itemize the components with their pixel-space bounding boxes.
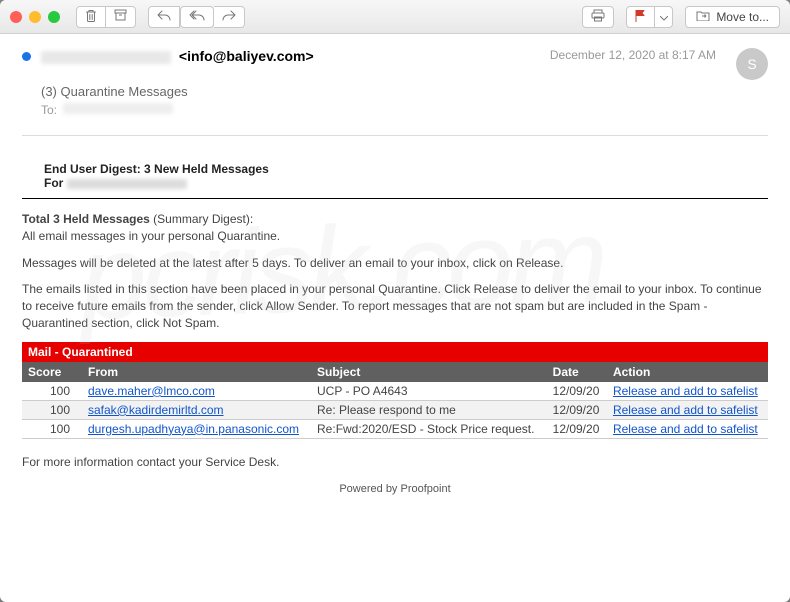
message-body: End User Digest: 3 New Held Messages For… — [22, 135, 768, 495]
to-line: To: — [41, 103, 768, 117]
digest-header-box: End User Digest: 3 New Held Messages For — [22, 154, 768, 199]
window-controls — [10, 11, 60, 23]
col-action: Action — [607, 362, 768, 382]
col-date: Date — [547, 362, 607, 382]
archive-icon — [114, 9, 127, 24]
explanation-text: The emails listed in this section have b… — [22, 281, 768, 331]
cell-subject: Re: Please respond to me — [311, 400, 547, 419]
cell-score: 100 — [22, 419, 82, 438]
forward-icon — [222, 10, 236, 24]
reply-all-icon — [189, 10, 205, 24]
quarantine-table: Mail - Quarantined Score From Subject Da… — [22, 342, 768, 439]
table-row: 100 safak@kadirdemirltd.com Re: Please r… — [22, 400, 768, 419]
message-subject: (3) Quarantine Messages — [41, 84, 768, 99]
to-label: To: — [41, 103, 57, 117]
maximize-window-button[interactable] — [48, 11, 60, 23]
message-content: <info@baliyev.com> December 12, 2020 at … — [0, 34, 790, 602]
table-row: 100 durgesh.upadhyaya@in.panasonic.com R… — [22, 419, 768, 438]
cell-score: 100 — [22, 382, 82, 401]
powered-by: Powered by Proofpoint — [22, 483, 768, 495]
col-from: From — [82, 362, 311, 382]
folder-move-icon — [696, 10, 710, 24]
action-link[interactable]: Release and add to safelist — [613, 384, 758, 398]
trash-icon — [85, 9, 97, 25]
digest-for-label: For — [44, 176, 63, 190]
window-titlebar: Move to... — [0, 0, 790, 34]
col-score: Score — [22, 362, 82, 382]
footer-info: For more information contact your Servic… — [22, 455, 768, 469]
summary-block: Total 3 Held Messages (Summary Digest): … — [22, 211, 768, 245]
cell-date: 12/09/20 — [547, 400, 607, 419]
sender-line: <info@baliyev.com> — [41, 48, 540, 64]
avatar: S — [736, 48, 768, 80]
from-link[interactable]: durgesh.upadhyaya@in.panasonic.com — [88, 422, 299, 436]
from-link[interactable]: safak@kadirdemirltd.com — [88, 403, 224, 417]
archive-button[interactable] — [106, 6, 136, 28]
close-window-button[interactable] — [10, 11, 22, 23]
digest-recipient-redacted — [67, 179, 187, 189]
reply-all-button[interactable] — [180, 6, 214, 28]
col-subject: Subject — [311, 362, 547, 382]
deletion-note: Messages will be deleted at the latest a… — [22, 255, 768, 272]
mail-window: pcrisk.com — [0, 0, 790, 602]
reply-icon — [157, 10, 171, 24]
action-link[interactable]: Release and add to safelist — [613, 403, 758, 417]
cell-score: 100 — [22, 400, 82, 419]
table-section-title: Mail - Quarantined — [22, 342, 768, 362]
sender-email: <info@baliyev.com> — [179, 48, 314, 64]
digest-title: End User Digest: 3 New Held Messages — [44, 162, 768, 176]
move-to-label: Move to... — [716, 10, 769, 24]
chevron-down-icon — [660, 10, 668, 24]
message-date: December 12, 2020 at 8:17 AM — [550, 48, 716, 62]
from-link[interactable]: dave.maher@lmco.com — [88, 384, 215, 398]
sender-name-redacted — [41, 51, 171, 64]
action-link[interactable]: Release and add to safelist — [613, 422, 758, 436]
print-button[interactable] — [582, 6, 614, 28]
cell-subject: Re:Fwd:2020/ESD - Stock Price request. — [311, 419, 547, 438]
summary-line2: All email messages in your personal Quar… — [22, 229, 280, 243]
forward-button[interactable] — [214, 6, 245, 28]
cell-date: 12/09/20 — [547, 419, 607, 438]
flag-dropdown[interactable] — [655, 6, 673, 28]
reply-button[interactable] — [148, 6, 180, 28]
to-recipient-redacted — [63, 103, 173, 114]
flag-button[interactable] — [626, 6, 655, 28]
table-row: 100 dave.maher@lmco.com UCP - PO A4643 1… — [22, 382, 768, 401]
cell-subject: UCP - PO A4643 — [311, 382, 547, 401]
delete-button[interactable] — [76, 6, 106, 28]
cell-date: 12/09/20 — [547, 382, 607, 401]
flag-icon — [635, 9, 646, 25]
summary-label: Total 3 Held Messages — [22, 212, 150, 226]
print-icon — [591, 9, 605, 25]
move-to-button[interactable]: Move to... — [685, 6, 780, 28]
minimize-window-button[interactable] — [29, 11, 41, 23]
unread-indicator — [22, 52, 31, 61]
summary-suffix: (Summary Digest): — [150, 212, 253, 226]
